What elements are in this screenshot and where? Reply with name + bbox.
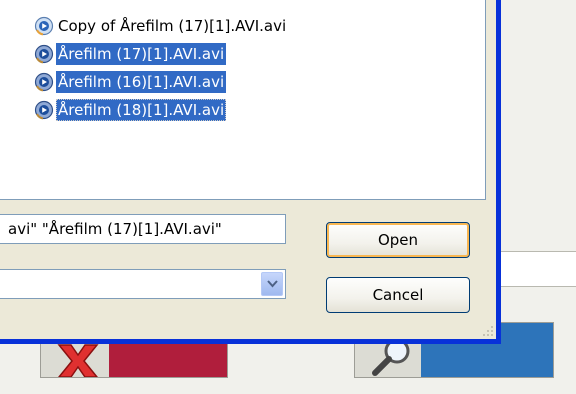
file-item-focused[interactable]: Årefilm (18)[1].AVI.avi [34, 98, 227, 122]
media-file-icon [34, 44, 54, 64]
open-file-dialog: Copy of Årefilm (17)[1].AVI.avi Årefilm … [0, 0, 501, 344]
cancel-button[interactable]: Cancel [326, 277, 470, 313]
file-name: Årefilm (17)[1].AVI.avi [56, 43, 227, 65]
media-file-icon [34, 100, 54, 120]
media-file-icon [34, 16, 54, 36]
file-name: Årefilm (18)[1].AVI.avi [56, 99, 227, 121]
file-item-selected[interactable]: Årefilm (16)[1].AVI.avi [34, 70, 227, 94]
file-list[interactable]: Copy of Årefilm (17)[1].AVI.avi Årefilm … [0, 0, 486, 200]
open-button[interactable]: Open [326, 222, 470, 258]
resize-grip-icon[interactable] [481, 324, 495, 338]
background-input-field[interactable] [500, 251, 576, 287]
file-name-input[interactable]: avi" "Årefilm (17)[1].AVI.avi" [0, 214, 286, 244]
file-item[interactable]: Copy of Årefilm (17)[1].AVI.avi [34, 14, 288, 38]
screen: Copy of Årefilm (17)[1].AVI.avi Årefilm … [0, 0, 576, 394]
file-name: Årefilm (16)[1].AVI.avi [56, 71, 227, 93]
dropdown-arrow-button[interactable] [261, 272, 283, 296]
file-item-selected[interactable]: Årefilm (17)[1].AVI.avi [34, 42, 227, 66]
chevron-down-icon [267, 280, 278, 288]
file-name: Copy of Årefilm (17)[1].AVI.avi [58, 17, 287, 35]
file-type-select[interactable] [0, 269, 286, 299]
media-file-icon [34, 72, 54, 92]
